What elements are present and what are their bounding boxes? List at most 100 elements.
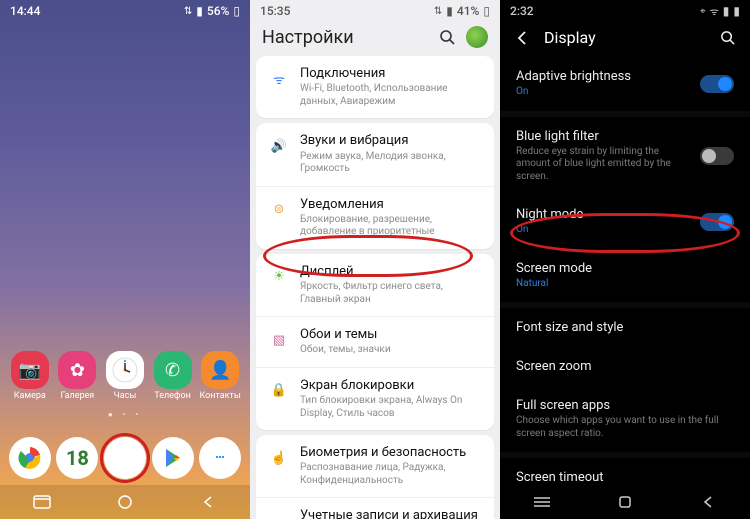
status-bar: 14:44 ⇅ ▮ 56% ▯ — [0, 0, 250, 20]
settings-item-lockscreen[interactable]: 🔒 Экран блокировкиТип блокировки экрана, … — [256, 367, 494, 430]
page-title: Настройки — [262, 27, 354, 48]
item-subtitle: Блокирование, разрешение, добавление в п… — [300, 214, 482, 239]
display-item-adaptive-brightness[interactable]: Adaptive brightness On — [500, 57, 750, 111]
item-subtitle: Тип блокировки экрана, Always On Display… — [300, 395, 482, 420]
item-title: Screen zoom — [516, 359, 734, 374]
nav-bar — [500, 485, 750, 519]
app-phone[interactable]: ✆ Телефон — [150, 351, 196, 401]
nav-back[interactable] — [678, 493, 738, 511]
nav-bar — [0, 485, 250, 519]
toggle-switch[interactable] — [700, 213, 734, 231]
nav-home[interactable] — [95, 493, 155, 511]
settings-header: Настройки — [250, 20, 500, 56]
settings-item-display[interactable]: ☀ ДисплейЯркость, Фильтр синего света, Гл… — [256, 254, 494, 316]
display-header: Display — [500, 20, 750, 57]
item-title: Screen timeout — [516, 470, 734, 485]
page-title: Display — [544, 28, 705, 47]
status-time: 15:35 — [260, 4, 290, 18]
app-contacts[interactable]: 👤 Контакты — [197, 351, 243, 401]
settings-main: 15:35 ⇅ ▮ 41% ▯ Настройки ᯤ ПодключенияWi… — [250, 0, 500, 519]
signal-icon: ▮ — [723, 4, 730, 18]
item-title: Уведомления — [300, 197, 482, 213]
item-title: Дисплей — [300, 264, 482, 280]
item-title: Экран блокировки — [300, 378, 482, 394]
item-subtitle: On — [516, 224, 690, 237]
app-gallery[interactable]: ✿ Галерея — [54, 351, 100, 401]
item-subtitle: Reduce eye strain by limiting the amount… — [516, 146, 690, 184]
dock-play-store[interactable] — [152, 437, 194, 479]
nav-recents[interactable] — [12, 493, 72, 511]
settings-item-biometrics[interactable]: ☝ Биометрия и безопасностьРаспознавание л… — [256, 435, 494, 497]
display-item-screen-zoom[interactable]: Screen zoom — [500, 347, 750, 386]
item-title: Full screen apps — [516, 398, 734, 413]
notifications-icon: ⊜ — [268, 199, 290, 221]
display-item-font-size-style[interactable]: Font size and style — [500, 308, 750, 347]
settings-item-notifications[interactable]: ⊜ УведомленияБлокирование, разрешение, до… — [256, 186, 494, 249]
display-item-full-screen-apps[interactable]: Full screen apps Choose which apps you wa… — [500, 386, 750, 452]
toggle-switch[interactable] — [700, 147, 734, 165]
display-icon: ☀ — [268, 266, 290, 288]
contacts-icon: 👤 — [201, 351, 239, 389]
app-label: Телефон — [154, 391, 191, 401]
battery-icon: ▮ — [733, 4, 740, 18]
sounds-icon: 🔊 — [268, 135, 290, 157]
item-subtitle: Обои, темы, значки — [300, 344, 482, 357]
phone-icon: ✆ — [154, 351, 192, 389]
home-screen: 14:44 ⇅ ▮ 56% ▯ 📷 Камера ✿ Галерея Часы … — [0, 0, 250, 519]
settings-item-accounts[interactable]: ☁Учетные записи и архивацияSamsung Cloud… — [256, 497, 494, 519]
settings-item-sounds[interactable]: 🔊Звуки и вибрацияРежим звука, Мелодия зв… — [256, 123, 494, 185]
item-title: Подключения — [300, 66, 482, 82]
status-bar: 15:35 ⇅ ▮ 41% ▯ — [250, 0, 500, 20]
item-subtitle: Natural — [516, 278, 734, 291]
signal-icon: ▮ — [446, 4, 453, 18]
gallery-icon: ✿ — [58, 351, 96, 389]
network-icon: ⇅ — [434, 6, 442, 17]
item-subtitle: Яркость, Фильтр синего света, Главный эк… — [300, 281, 482, 306]
display-item-night-mode[interactable]: Night modeOn — [500, 195, 750, 249]
settings-item-connections[interactable]: ᯤ ПодключенияWi-Fi, Bluetooth, Использова… — [256, 56, 494, 118]
item-subtitle: Распознавание лица, Радужка, Конфиденциа… — [300, 462, 482, 487]
item-subtitle: On — [516, 86, 690, 99]
item-title: Adaptive brightness — [516, 69, 690, 84]
item-title: Учетные записи и архивация — [300, 508, 482, 519]
clock-icon — [106, 351, 144, 389]
lockscreen-icon: 🔒 — [268, 380, 290, 402]
display-settings: 2:32 ⌖ ᯤ ▮ ▮ Display Adaptive brightness… — [500, 0, 750, 519]
dock: 18 ⚙ — [0, 437, 250, 479]
item-title: Звуки и вибрация — [300, 133, 482, 149]
display-item-blue-light-filter[interactable]: Blue light filterReduce eye strain by li… — [500, 117, 750, 196]
status-time: 2:32 — [510, 4, 534, 18]
app-camera[interactable]: 📷 Камера — [7, 351, 53, 401]
settings-card: ☝ Биометрия и безопасностьРаспознавание л… — [256, 435, 494, 519]
item-subtitle: Choose which apps you want to use in the… — [516, 415, 734, 440]
item-title: Font size and style — [516, 320, 734, 335]
app-label: Контакты — [200, 391, 241, 401]
battery-icon: ▯ — [233, 4, 240, 18]
status-bar: 2:32 ⌖ ᯤ ▮ ▮ — [500, 0, 750, 20]
dock-messages[interactable] — [199, 437, 241, 479]
back-icon[interactable] — [514, 30, 530, 46]
dock-settings[interactable]: ⚙ — [104, 437, 146, 479]
nav-recents[interactable] — [512, 493, 572, 511]
status-time: 14:44 — [10, 4, 40, 18]
nav-home[interactable] — [595, 493, 655, 511]
settings-card: ᯤ ПодключенияWi-Fi, Bluetooth, Использова… — [256, 56, 494, 118]
camera-icon: 📷 — [11, 351, 49, 389]
account-avatar[interactable] — [466, 26, 488, 48]
battery-percent: 41% — [457, 4, 479, 18]
settings-item-wallpapers[interactable]: ▧Обои и темыОбои, темы, значки — [256, 316, 494, 367]
nav-back[interactable] — [178, 493, 238, 511]
item-subtitle: Wi-Fi, Bluetooth, Использование данных, … — [300, 83, 482, 108]
search-icon[interactable] — [719, 29, 736, 46]
display-item-screen-mode[interactable]: Screen modeNatural — [500, 249, 750, 303]
item-title: Биометрия и безопасность — [300, 445, 482, 461]
app-label: Галерея — [61, 391, 95, 401]
dock-chrome[interactable] — [9, 437, 51, 479]
dock-calendar[interactable]: 18 — [56, 437, 98, 479]
search-icon[interactable] — [438, 28, 456, 46]
connections-icon: ᯤ — [268, 68, 290, 90]
accounts-icon: ☁ — [268, 510, 290, 519]
app-clock[interactable]: Часы — [102, 351, 148, 401]
toggle-switch[interactable] — [700, 75, 734, 93]
biometrics-icon: ☝ — [268, 447, 290, 469]
